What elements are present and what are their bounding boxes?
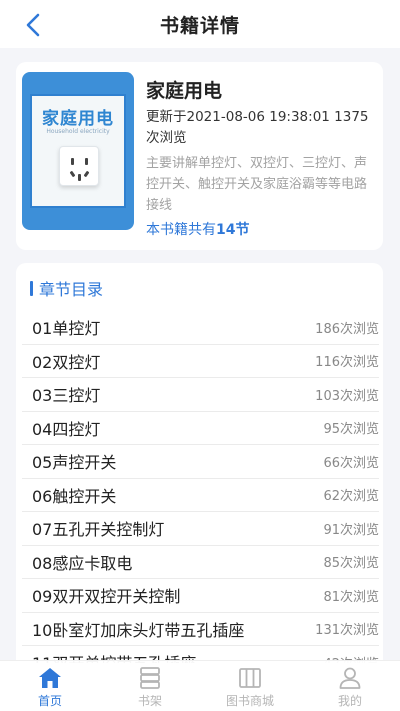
- chapter-name: 04四控灯: [32, 419, 101, 439]
- nav-profile-label: 我的: [337, 694, 362, 708]
- chapter-views: 116次浏览: [315, 355, 379, 371]
- chapter-row[interactable]: 01单控灯 186次浏览: [22, 311, 379, 345]
- chevron-left-icon: [26, 13, 40, 37]
- chapter-name: 01单控灯: [32, 319, 101, 339]
- chapter-name: 10卧室灯加床头灯带五孔插座: [32, 620, 245, 640]
- nav-bookshelf-label: 书架: [137, 694, 162, 708]
- bottom-nav: 首页 书架 图书商城 我的: [0, 660, 400, 711]
- book-title: 家庭用电: [146, 80, 223, 102]
- book-description: 主要讲解单控灯、双控灯、三控灯、声控开关、触控开关及家庭浴霸等等电路接线: [146, 156, 368, 213]
- chapter-list-card: 章节目录 01单控灯 186次浏览 02双控灯 116次浏览 03三控灯 103次浏览 04…: [16, 263, 383, 663]
- chapter-name: 09双开双控开关控制: [32, 587, 181, 607]
- profile-icon: [339, 667, 361, 689]
- chapter-views: 81次浏览: [323, 589, 379, 605]
- socket-icon: [59, 146, 99, 186]
- nav-home[interactable]: 首页: [0, 661, 100, 711]
- nav-bookstore[interactable]: 图书商城: [200, 661, 300, 711]
- chapter-views: 85次浏览: [323, 556, 379, 572]
- chapter-list: 01单控灯 186次浏览 02双控灯 116次浏览 03三控灯 103次浏览 04四控灯 95…: [22, 311, 379, 663]
- chapter-views: 66次浏览: [323, 455, 379, 471]
- bookstore-icon: [239, 668, 261, 688]
- chapter-row[interactable]: 09双开双控开关控制 81次浏览: [22, 579, 379, 613]
- chapter-row[interactable]: 10卧室灯加床头灯带五孔插座 131次浏览: [22, 613, 379, 646]
- cover-subtitle: Household electricity: [46, 128, 110, 135]
- home-icon: [39, 668, 61, 688]
- chapter-section-heading: 章节目录: [30, 278, 104, 299]
- back-button[interactable]: [18, 10, 48, 40]
- book-update-info: 更新于2021-08-06 19:38:01 1375次浏览: [146, 109, 369, 146]
- chapter-views: 186次浏览: [315, 321, 379, 337]
- heading-accent-bar: [30, 280, 33, 296]
- chapter-count-prefix: 本书籍共有: [146, 222, 216, 238]
- cover-panel: 家庭用电 Household electricity: [30, 94, 126, 208]
- chapter-row[interactable]: 07五孔开关控制灯 91次浏览: [22, 512, 379, 546]
- top-bar: 书籍详情: [0, 0, 400, 48]
- chapter-row[interactable]: 04四控灯 95次浏览: [22, 412, 379, 445]
- nav-bookshelf[interactable]: 书架: [100, 661, 200, 711]
- chapter-row[interactable]: 06触控开关 62次浏览: [22, 479, 379, 512]
- chapter-name: 06触控开关: [32, 486, 117, 506]
- chapter-name: 02双控灯: [32, 352, 101, 372]
- chapter-views: 91次浏览: [323, 522, 379, 538]
- chapter-views: 131次浏览: [315, 623, 379, 639]
- chapter-views: 95次浏览: [323, 422, 379, 438]
- book-cover[interactable]: 家庭用电 Household electricity: [22, 72, 134, 230]
- chapter-row[interactable]: 03三控灯 103次浏览: [22, 378, 379, 412]
- cover-title: 家庭用电: [42, 109, 114, 129]
- chapter-row[interactable]: 08感应卡取电 85次浏览: [22, 546, 379, 579]
- nav-home-label: 首页: [37, 694, 62, 708]
- chapter-name: 03三控灯: [32, 386, 101, 406]
- nav-profile[interactable]: 我的: [300, 661, 400, 711]
- nav-bookstore-label: 图书商城: [225, 694, 274, 708]
- chapter-row[interactable]: 02双控灯 116次浏览: [22, 345, 379, 378]
- chapter-count-value: 14节: [216, 222, 250, 238]
- chapter-name: 05声控开关: [32, 453, 117, 473]
- book-info-card: 家庭用电 Household electricity 家庭用电 更新于2021-…: [16, 62, 383, 250]
- chapter-name: 08感应卡取电: [32, 553, 133, 573]
- chapter-views: 62次浏览: [323, 489, 379, 505]
- page-title: 书籍详情: [159, 14, 240, 37]
- chapter-row[interactable]: 05声控开关 66次浏览: [22, 445, 379, 479]
- chapter-count: 本书籍共有14节: [146, 219, 249, 239]
- chapter-heading-label: 章节目录: [39, 280, 104, 299]
- chapter-views: 103次浏览: [315, 388, 379, 404]
- chapter-name: 07五孔开关控制灯: [32, 520, 165, 540]
- bookshelf-icon: [140, 667, 160, 689]
